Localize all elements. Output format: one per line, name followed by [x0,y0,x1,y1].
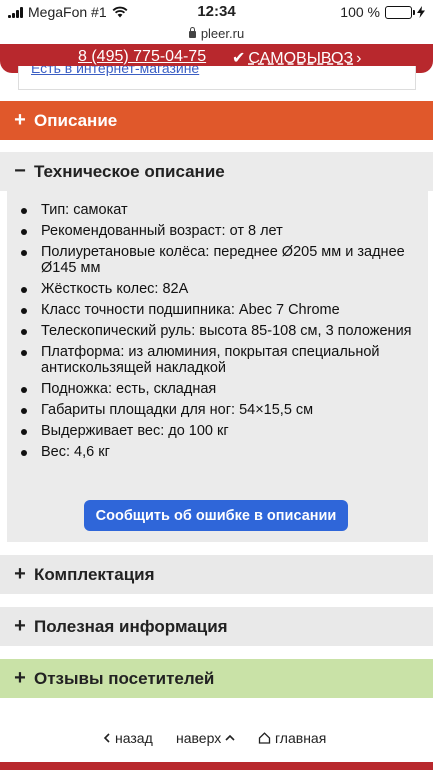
section-header[interactable]: + Полезная информация [0,607,433,646]
chevron-left-icon [103,733,110,743]
minus-icon: − [14,160,26,182]
url-text: pleer.ru [200,26,245,41]
status-right: 100 % [340,4,425,20]
section-reviews[interactable]: + Отзывы посетителей [0,659,433,698]
section-header[interactable]: + Комплектация [0,555,433,594]
plus-icon: + [14,615,26,637]
battery-percent: 100 % [340,4,380,20]
nav-back-link[interactable]: назад [103,730,153,746]
nav-up-label: наверх [176,730,222,746]
phone-link[interactable]: 8 (495) 775-04-75 [78,48,206,66]
nav-home-link[interactable]: главная [258,730,326,746]
section-header[interactable]: + Отзывы посетителей [0,659,433,698]
battery-icon [385,5,415,19]
home-icon [258,732,271,744]
section-title: Комплектация [34,564,155,584]
section-description[interactable]: + Описание [0,101,433,140]
spec-item: Вес: 4,6 кг [7,444,428,460]
address-bar[interactable]: pleer.ru [0,26,433,44]
footer-bar [0,762,433,770]
nav-home-label: главная [275,730,327,746]
section-useful[interactable]: + Полезная информация [0,607,433,646]
section-header[interactable]: + Описание [0,101,433,140]
report-error-button[interactable]: Сообщить об ошибке в описании [84,500,348,531]
spec-item: Подножка: есть, складная [7,381,428,397]
spec-item: Телескопический руль: высота 85-108 см, … [7,323,428,339]
plus-icon: + [14,667,26,689]
section-complect[interactable]: + Комплектация [0,555,433,594]
charging-icon [417,6,425,18]
spec-item: Тип: самокат [7,202,428,218]
spec-item: Платформа: из алюминия, покрытая специал… [7,344,428,376]
section-title: Полезная информация [34,616,228,636]
plus-icon: + [14,109,26,131]
chevron-up-icon [225,734,235,741]
pickup-link[interactable]: ✔ САМОВЫВОЗ › [232,48,361,68]
status-bar: MegaFon #1 12:34 100 % [0,0,433,26]
nav-up-link[interactable]: наверх [176,730,235,746]
spec-item: Класс точности подшипника: Abec 7 Chrome [7,302,428,318]
check-icon: ✔ [232,50,246,67]
pickup-label: САМОВЫВОЗ [248,50,354,67]
spec-item: Жёсткость колес: 82A [7,281,428,297]
plus-icon: + [14,563,26,585]
nav-back-label: назад [115,730,153,746]
section-title: Техническое описание [34,161,225,181]
spec-list: Тип: самокат Рекомендованный возраст: от… [7,191,428,460]
spec-item: Выдерживает вес: до 100 кг [7,423,428,439]
spec-item: Полиуретановые колёса: переднее Ø205 мм … [7,244,428,276]
tech-spec-panel: Тип: самокат Рекомендованный возраст: от… [7,191,428,542]
spec-item: Рекомендованный возраст: от 8 лет [7,223,428,239]
partial-content-box: Есть в интернет-магазине [18,66,416,90]
bottom-nav: назад наверх главная [0,728,433,750]
cut-off-link[interactable]: Есть в интернет-магазине [31,66,199,76]
section-title: Описание [34,110,118,130]
lock-icon [188,27,196,38]
spec-item: Габариты площадки для ног: 54×15,5 см [7,402,428,418]
section-tech[interactable]: − Техническое описание [0,152,433,191]
section-header[interactable]: − Техническое описание [0,152,433,191]
section-title: Отзывы посетителей [34,668,215,688]
